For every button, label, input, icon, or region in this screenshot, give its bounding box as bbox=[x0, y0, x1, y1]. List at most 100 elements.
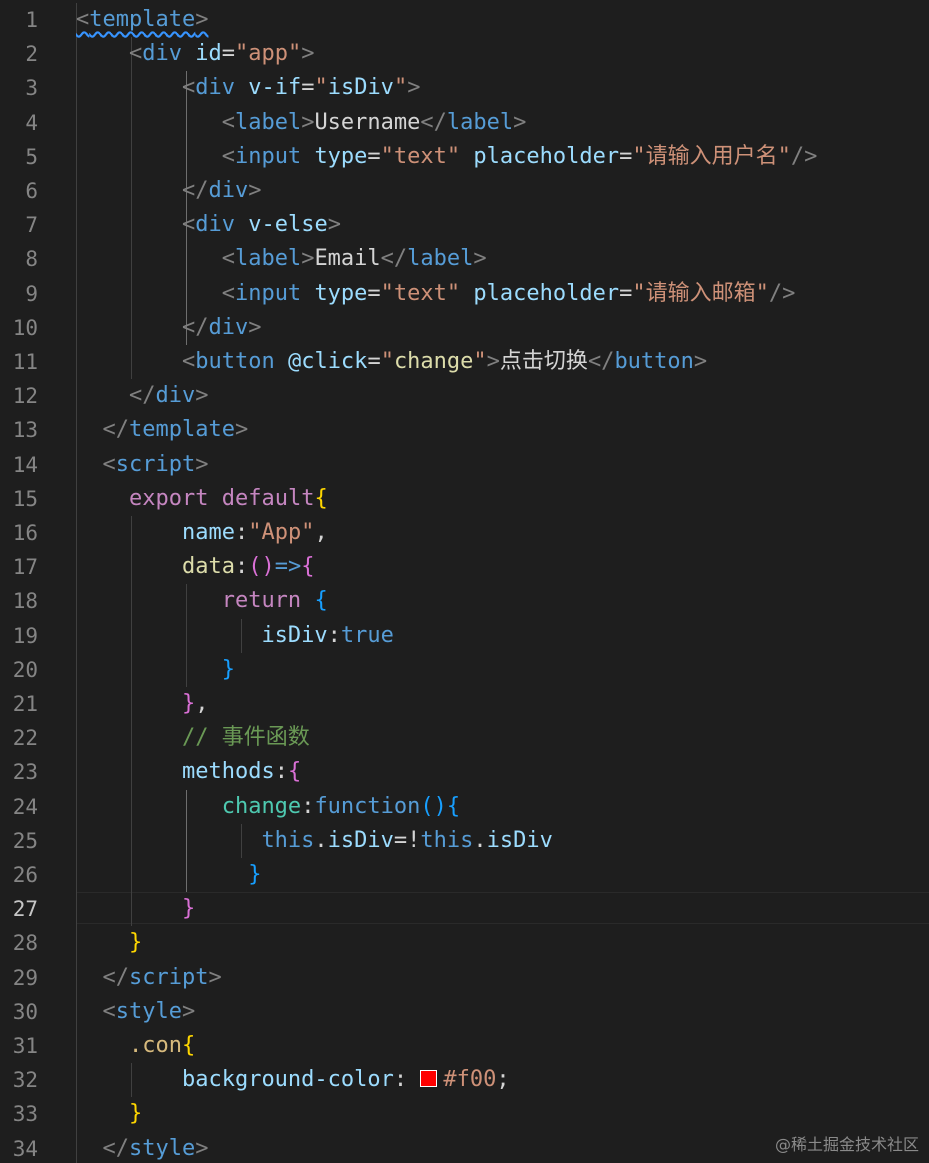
code-token: placeholder bbox=[473, 143, 620, 169]
line-number: 28 bbox=[12, 931, 38, 956]
code-token: /> bbox=[790, 143, 818, 169]
line-number: 12 bbox=[12, 384, 38, 409]
code-line[interactable]: 26 } bbox=[0, 858, 929, 892]
code-line[interactable]: 12 </div> bbox=[0, 379, 929, 413]
code-line[interactable]: 25 this.isDiv=!this.isDiv bbox=[0, 824, 929, 858]
code-token: style bbox=[129, 1135, 196, 1161]
code-token: div bbox=[155, 383, 196, 409]
line-number: 10 bbox=[12, 315, 38, 340]
line-number: 16 bbox=[12, 521, 38, 545]
line-number: 2 bbox=[25, 42, 38, 67]
color-swatch-icon[interactable] bbox=[420, 1070, 438, 1088]
code-token: } bbox=[248, 862, 262, 887]
code-line[interactable]: 31 .con{ bbox=[0, 1029, 929, 1063]
code-token: < bbox=[221, 280, 235, 306]
line-number: 25 bbox=[12, 828, 38, 853]
code-line[interactable]: 4 <label>Username</label> bbox=[0, 106, 929, 140]
code-line[interactable]: 14 <script> bbox=[0, 448, 929, 482]
code-line[interactable]: 19 isDiv:true bbox=[0, 619, 929, 653]
code-token: " bbox=[314, 75, 328, 101]
code-token: < bbox=[181, 212, 196, 238]
code-token: button bbox=[614, 349, 694, 374]
code-token: Email bbox=[314, 246, 381, 272]
code-token: " bbox=[473, 349, 487, 374]
code-token: () bbox=[248, 554, 275, 580]
line-number: 8 bbox=[25, 247, 38, 272]
code-token: > bbox=[301, 109, 315, 135]
code-token: { bbox=[181, 1033, 196, 1058]
line-number: 27 bbox=[12, 897, 38, 922]
code-line[interactable]: 23 methods:{ bbox=[0, 755, 929, 789]
code-token: // 事件函数 bbox=[181, 725, 310, 751]
code-token: label bbox=[234, 109, 302, 135]
code-line[interactable]: 2 <div id="app"> bbox=[0, 37, 929, 71]
code-text: } bbox=[76, 892, 195, 926]
code-text: <label>Username</label> bbox=[76, 106, 527, 140]
code-line[interactable]: 30 <style> bbox=[0, 995, 929, 1029]
code-token: > bbox=[181, 998, 196, 1024]
code-line[interactable]: 10 </div> bbox=[0, 311, 929, 345]
code-line[interactable]: 21 }, bbox=[0, 687, 929, 721]
code-line[interactable]: 1 <template> bbox=[0, 3, 929, 37]
code-line[interactable]: 6 </div> bbox=[0, 174, 929, 208]
code-token: < bbox=[181, 75, 196, 101]
code-editor[interactable]: 1 <template> 2 <div id="app"> 3 <div v-if="… bbox=[0, 0, 929, 1163]
code-token: > bbox=[301, 41, 315, 67]
code-token: > bbox=[693, 349, 708, 374]
code-token: </ bbox=[128, 383, 156, 409]
code-token: > bbox=[195, 383, 209, 409]
code-line[interactable]: 7 <div v-else> bbox=[0, 208, 929, 242]
code-text: }, bbox=[76, 687, 209, 721]
code-token: </ bbox=[102, 417, 130, 443]
code-token: v-else bbox=[248, 212, 328, 238]
code-line[interactable]: 16 name:"App", bbox=[0, 516, 929, 550]
code-text: return { bbox=[76, 584, 328, 618]
code-token: placeholder bbox=[473, 280, 620, 306]
code-line[interactable]: 18 return { bbox=[0, 584, 929, 618]
code-line[interactable]: 28 } bbox=[0, 926, 929, 960]
code-text: </div> bbox=[76, 174, 262, 208]
code-line[interactable]: 9 <input type="text" placeholder="请输入邮箱"… bbox=[0, 277, 929, 311]
code-line[interactable]: 13 </template> bbox=[0, 413, 929, 447]
code-token: : bbox=[234, 554, 249, 580]
code-line[interactable]: 20 } bbox=[0, 653, 929, 687]
code-line[interactable]: 17 data:()=>{ bbox=[0, 550, 929, 584]
code-text: <div id="app"> bbox=[76, 37, 314, 71]
code-text: } bbox=[76, 1097, 142, 1131]
code-line[interactable]: 8 <label>Email</label> bbox=[0, 242, 929, 276]
code-token: > bbox=[248, 314, 262, 340]
code-token: . bbox=[473, 827, 487, 853]
code-line[interactable]: 33 } bbox=[0, 1097, 929, 1131]
code-line[interactable]: 15 export default{ bbox=[0, 482, 929, 516]
line-number: 3 bbox=[25, 76, 38, 101]
code-text: <div v-else> bbox=[76, 208, 341, 242]
code-line[interactable]: 29 </script> bbox=[0, 961, 929, 995]
code-line[interactable]: 32 background-color: #f00; bbox=[0, 1063, 929, 1097]
code-line[interactable]: 5 <input type="text" placeholder="请输入用户名… bbox=[0, 140, 929, 174]
code-token: isDiv bbox=[327, 75, 394, 101]
code-text: isDiv:true bbox=[76, 619, 393, 653]
code-token: < bbox=[102, 451, 116, 477]
code-line[interactable]: 27 } bbox=[0, 892, 929, 926]
code-token: > bbox=[195, 1135, 209, 1161]
code-token: data bbox=[181, 554, 235, 580]
code-line[interactable]: 3 <div v-if="isDiv"> bbox=[0, 71, 929, 105]
code-token: = bbox=[619, 280, 633, 306]
code-text: // 事件函数 bbox=[76, 721, 310, 755]
code-line[interactable]: 22 // 事件函数 bbox=[0, 721, 929, 755]
code-line[interactable]: 24 change:function(){ bbox=[0, 790, 929, 824]
code-line[interactable]: 11 <button @click="change">点击切换</button> bbox=[0, 345, 929, 379]
code-token: } bbox=[128, 930, 143, 956]
code-token: { bbox=[287, 759, 302, 785]
code-token: = bbox=[367, 349, 381, 374]
